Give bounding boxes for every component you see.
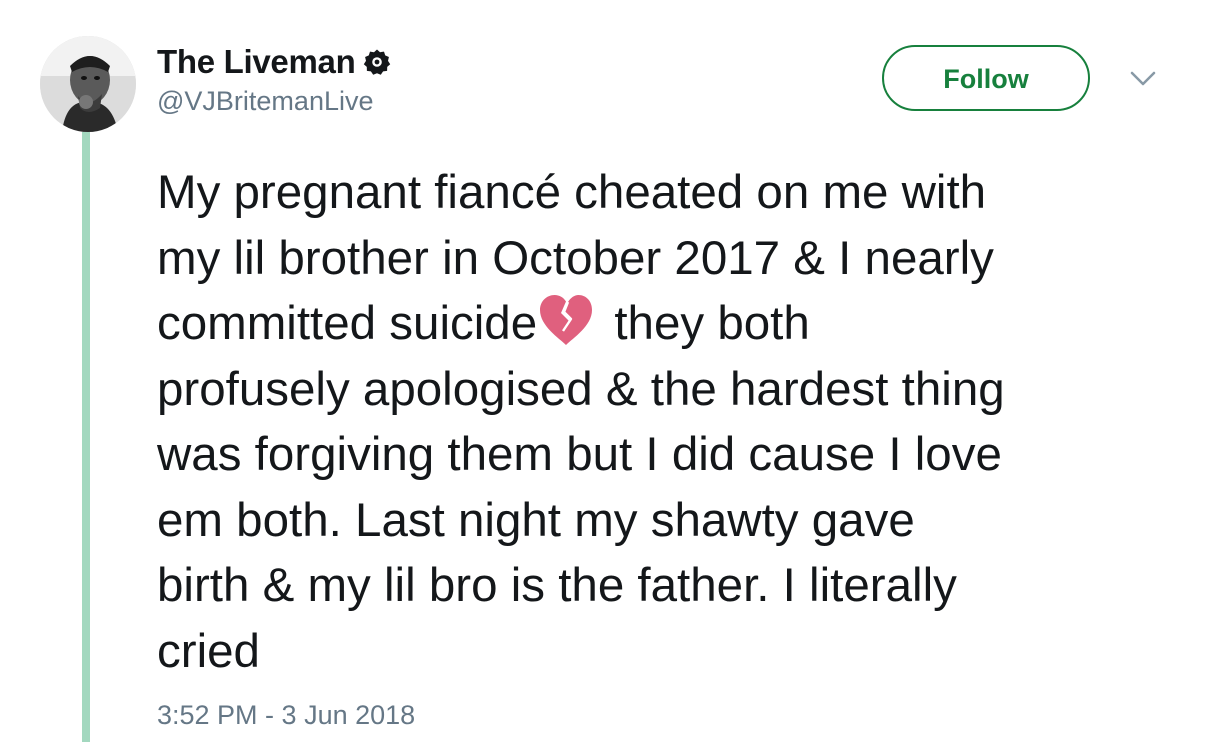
tweet-line: em both. Last night my shawty gave (157, 493, 915, 547)
broken-heart-icon (537, 293, 595, 347)
user-handle[interactable]: @VJBritemanLive (157, 86, 374, 117)
tweet-line: was forgiving them but I did cause I lov… (157, 428, 1002, 481)
verified-badge-icon (363, 48, 391, 76)
avatar[interactable] (40, 36, 136, 132)
tweet-timestamp[interactable]: 3:52 PM - 3 Jun 2018 (157, 700, 415, 731)
tweet-text: My pregnant fiancé cheated on me with my… (157, 160, 1197, 684)
tweet-line-with-emoji: committed suicide they both (157, 291, 1197, 357)
thread-line (82, 132, 90, 742)
author-name-row[interactable]: The Liveman (157, 42, 391, 82)
tweet-line: cried (157, 624, 260, 678)
tweet-line: profusely apologised & the hardest thing (157, 362, 1005, 416)
tweet-line: My pregnant fiancé cheated on me with (157, 166, 987, 219)
tweet-line: birth & my lil bro is the father. I lite… (157, 559, 957, 612)
follow-button[interactable]: Follow (882, 45, 1090, 111)
display-name[interactable]: The Liveman (157, 43, 356, 81)
avatar-photo-icon (40, 36, 136, 132)
chevron-down-icon[interactable] (1128, 68, 1158, 90)
tweet-card: The Liveman @VJBritemanLive Follow My pr… (0, 0, 1222, 742)
tweet-line: my lil brother in October 2017 & I nearl… (157, 231, 994, 285)
tweet-line-end: they both (601, 297, 810, 350)
tweet-line-start: committed suicide (157, 297, 538, 350)
